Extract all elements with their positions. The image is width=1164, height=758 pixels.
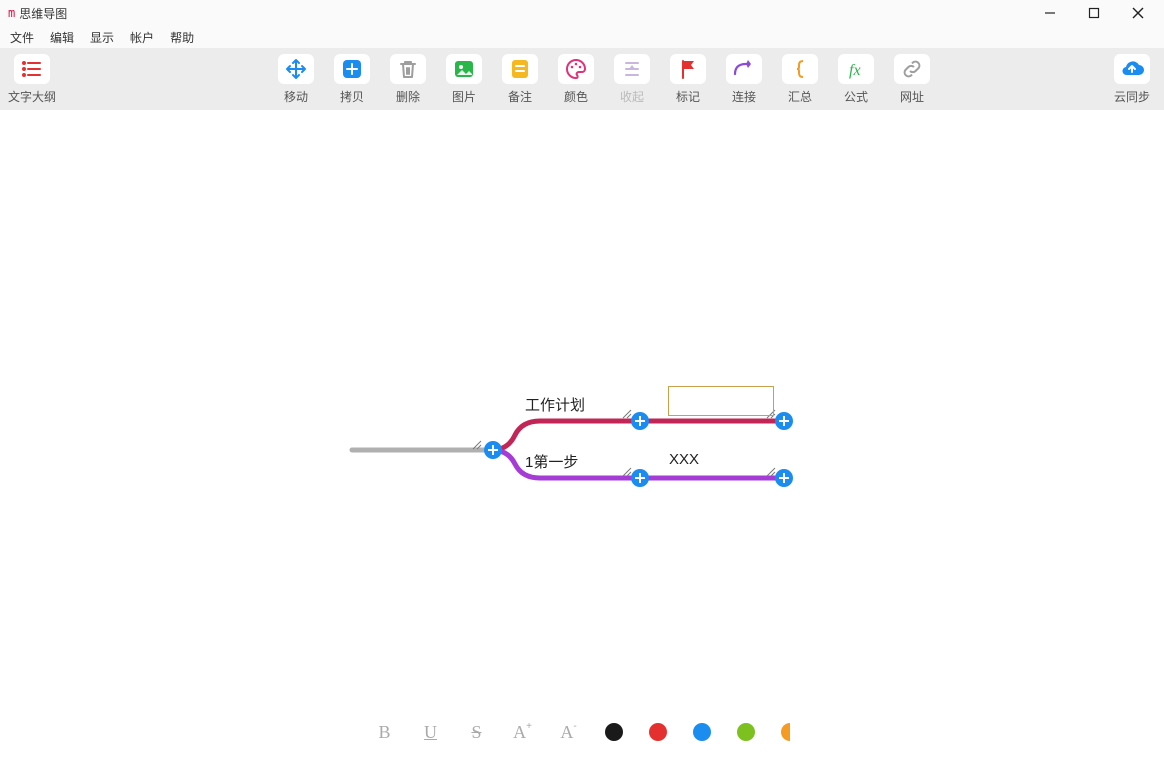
flag-icon xyxy=(670,54,706,84)
outline-label: 文字大纲 xyxy=(8,88,56,105)
cloud-sync-button[interactable]: 云同步 xyxy=(1110,54,1154,105)
title-bar: m 思维导图 xyxy=(0,0,1164,26)
resize-handle-icon[interactable] xyxy=(621,408,631,418)
menu-edit[interactable]: 编辑 xyxy=(44,27,84,48)
add-node-handle[interactable] xyxy=(484,441,502,459)
add-node-handle[interactable] xyxy=(775,469,793,487)
minimize-button[interactable] xyxy=(1028,0,1072,26)
resize-handle-icon[interactable] xyxy=(765,466,775,476)
delete-label: 删除 xyxy=(396,88,420,105)
bracket-icon xyxy=(782,54,818,84)
connect-icon xyxy=(726,54,762,84)
increase-font-button[interactable]: A+ xyxy=(513,722,533,742)
color-label: 颜色 xyxy=(564,88,588,105)
move-button[interactable]: 移动 xyxy=(274,54,318,105)
menu-bar: 文件 编辑 显示 帐户 帮助 xyxy=(0,26,1164,48)
url-label: 网址 xyxy=(900,88,924,105)
color-swatch-green[interactable] xyxy=(737,723,755,741)
mark-button[interactable]: 标记 xyxy=(666,54,710,105)
color-button[interactable]: 颜色 xyxy=(554,54,598,105)
summary-label: 汇总 xyxy=(788,88,812,105)
url-button[interactable]: 网址 xyxy=(890,54,934,105)
branch-label-0[interactable]: 工作计划 xyxy=(525,394,585,415)
menu-view[interactable]: 显示 xyxy=(84,27,124,48)
copy-icon xyxy=(334,54,370,84)
bold-button[interactable]: B xyxy=(375,722,395,742)
app-icon: m xyxy=(4,6,19,20)
color-swatch-blue[interactable] xyxy=(693,723,711,741)
formula-button[interactable]: fx 公式 xyxy=(834,54,878,105)
format-bar: B U S A+ A- xyxy=(0,706,1164,758)
toolbar: 文字大纲 移动 拷贝 xyxy=(0,48,1164,110)
move-label: 移动 xyxy=(284,88,308,105)
color-swatch-orange[interactable] xyxy=(781,723,790,741)
image-button[interactable]: 图片 xyxy=(442,54,486,105)
strike-button[interactable]: S xyxy=(467,722,487,742)
image-label: 图片 xyxy=(452,88,476,105)
move-icon xyxy=(278,54,314,84)
note-button[interactable]: 备注 xyxy=(498,54,542,105)
formula-label: 公式 xyxy=(844,88,868,105)
close-button[interactable] xyxy=(1116,0,1160,26)
connect-label: 连接 xyxy=(732,88,756,105)
formula-icon: fx xyxy=(838,54,874,84)
add-node-handle[interactable] xyxy=(775,412,793,430)
note-icon xyxy=(502,54,538,84)
resize-handle-icon[interactable] xyxy=(471,439,481,449)
outline-button[interactable]: 文字大纲 xyxy=(10,54,54,105)
mark-label: 标记 xyxy=(676,88,700,105)
copy-label: 拷贝 xyxy=(340,88,364,105)
collapse-icon xyxy=(614,54,650,84)
collapse-button[interactable]: 收起 xyxy=(610,54,654,105)
cloud-label: 云同步 xyxy=(1114,88,1150,105)
add-node-handle[interactable] xyxy=(631,469,649,487)
link-icon xyxy=(894,54,930,84)
add-node-handle[interactable] xyxy=(631,412,649,430)
branch-child-1[interactable]: XXX xyxy=(669,451,699,468)
note-label: 备注 xyxy=(508,88,532,105)
image-icon xyxy=(446,54,482,84)
cloud-icon xyxy=(1114,54,1150,84)
delete-button[interactable]: 删除 xyxy=(386,54,430,105)
outline-icon xyxy=(14,54,50,84)
summary-button[interactable]: 汇总 xyxy=(778,54,822,105)
trash-icon xyxy=(390,54,426,84)
menu-help[interactable]: 帮助 xyxy=(164,27,204,48)
window-title: 思维导图 xyxy=(19,5,67,22)
resize-handle-icon[interactable] xyxy=(621,466,631,476)
underline-button[interactable]: U xyxy=(421,722,441,742)
selected-node[interactable] xyxy=(668,386,774,416)
connect-button[interactable]: 连接 xyxy=(722,54,766,105)
palette-icon xyxy=(558,54,594,84)
svg-text:fx: fx xyxy=(849,62,861,79)
mindmap-canvas[interactable]: 工作计划 1第一步 XXX xyxy=(0,110,1164,706)
menu-account[interactable]: 帐户 xyxy=(124,27,164,48)
color-swatch-red[interactable] xyxy=(649,723,667,741)
menu-file[interactable]: 文件 xyxy=(4,27,44,48)
color-swatch-black[interactable] xyxy=(605,723,623,741)
copy-button[interactable]: 拷贝 xyxy=(330,54,374,105)
decrease-font-button[interactable]: A- xyxy=(559,722,579,742)
branch-label-1[interactable]: 1第一步 xyxy=(525,451,578,472)
collapse-label: 收起 xyxy=(620,88,644,105)
maximize-button[interactable] xyxy=(1072,0,1116,26)
